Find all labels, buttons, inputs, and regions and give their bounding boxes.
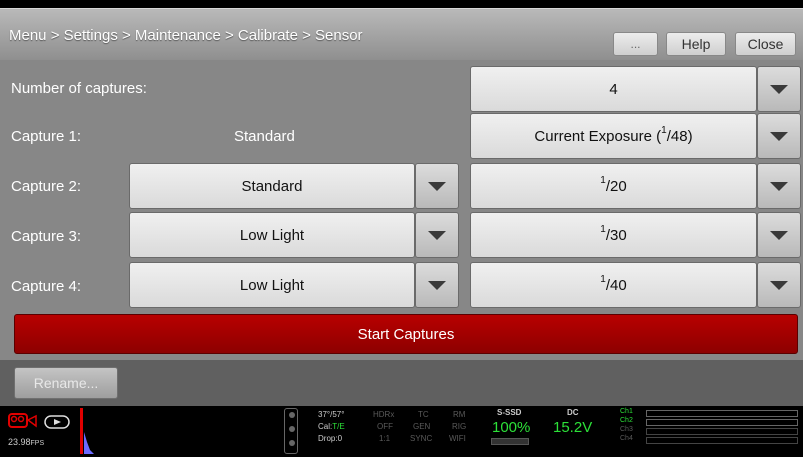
capture4-mode-select[interactable]: Low Light: [129, 262, 415, 308]
capture4-exposure-select[interactable]: 1/40: [470, 262, 757, 308]
histogram-graph: [84, 432, 94, 454]
capture4-mode-value: Low Light: [239, 276, 305, 294]
chevron-down-icon: [770, 230, 788, 240]
media-label: S-SSD: [497, 408, 522, 417]
capture3-mode-value: Low Light: [239, 226, 305, 244]
start-captures-button[interactable]: Start Captures: [14, 314, 798, 354]
capture3-mode-select[interactable]: Low Light: [129, 212, 415, 258]
rename-button[interactable]: Rename...: [14, 367, 118, 399]
chevron-down-icon: [770, 84, 788, 94]
capture1-exposure-select[interactable]: Current Exposure (1/48): [470, 113, 757, 159]
frame-rate-readout: 23.98FPS: [8, 437, 45, 447]
audio-channel-2: Ch2: [620, 417, 633, 424]
timecode-label: TC: [418, 410, 429, 419]
chevron-down-icon: [770, 181, 788, 191]
capture1-exposure-value: Current Exposure (1/48): [534, 125, 693, 145]
status-light-1: [289, 412, 295, 418]
audio-channel-1: Ch1: [620, 408, 633, 415]
audio-meter-4: [646, 437, 798, 444]
aspect-ratio-readout: 1:1: [379, 434, 391, 443]
chevron-down-icon: [428, 280, 446, 290]
capture3-mode-dropdown-button[interactable]: [415, 212, 459, 258]
action-bar: [0, 360, 803, 406]
num-captures-label: Number of captures:: [11, 80, 147, 97]
audio-meter-3: [646, 428, 798, 435]
audio-meter-1: [646, 410, 798, 417]
audio-channel-3: Ch3: [620, 426, 633, 433]
media-capacity-bar: [491, 438, 529, 445]
help-button[interactable]: Help: [666, 32, 726, 56]
status-light-2: [289, 426, 295, 432]
capture4-label: Capture 4:: [11, 278, 82, 295]
histogram-clip-indicator: [80, 408, 83, 454]
voltage-readout: 15.2V: [553, 419, 593, 436]
capture3-exposure-dropdown-button[interactable]: [757, 212, 801, 258]
capture2-exposure-dropdown-button[interactable]: [757, 163, 801, 209]
audio-channel-4: Ch4: [620, 435, 633, 442]
camera-status-bar: 23.98FPS 37°/57° Cal:T/E Drop:0 HDRx OFF…: [0, 406, 803, 457]
close-button[interactable]: Close: [735, 32, 796, 56]
remote-label: RM: [453, 410, 466, 419]
capture1-mode-value: Standard: [234, 128, 295, 145]
capture4-mode-dropdown-button[interactable]: [415, 262, 459, 308]
num-captures-dropdown-button[interactable]: [757, 66, 801, 112]
drop-readout: Drop:0: [318, 434, 343, 443]
hdrx-value: OFF: [377, 422, 393, 431]
num-captures-select[interactable]: 4: [470, 66, 757, 112]
capture3-exposure-value: 1/30: [600, 224, 627, 244]
shutter-angle-readout: 37°/57°: [318, 410, 345, 419]
genlock-label: GEN: [413, 422, 431, 431]
title-bar: Menu > Settings > Maintenance > Calibrat…: [0, 8, 803, 60]
chevron-down-icon: [770, 131, 788, 141]
capture2-mode-select[interactable]: Standard: [129, 163, 415, 209]
capture2-label: Capture 2:: [11, 178, 82, 195]
playback-icon: [44, 415, 70, 429]
hdrx-label: HDRx: [373, 410, 395, 419]
chevron-down-icon: [770, 280, 788, 290]
status-light-3: [289, 440, 295, 446]
capture2-exposure-select[interactable]: 1/20: [470, 163, 757, 209]
record-camera-icon: [8, 413, 37, 428]
capture4-exposure-value: 1/40: [600, 274, 627, 294]
chevron-down-icon: [428, 230, 446, 240]
capture1-exposure-dropdown-button[interactable]: [757, 113, 801, 159]
capture3-exposure-select[interactable]: 1/30: [470, 212, 757, 258]
capture3-label: Capture 3:: [11, 228, 82, 245]
capture2-mode-value: Standard: [241, 177, 303, 195]
audio-meter-2: [646, 419, 798, 426]
capture4-exposure-dropdown-button[interactable]: [757, 262, 801, 308]
sensor-calibration-screen: Menu > Settings > Maintenance > Calibrat…: [0, 0, 803, 457]
rig-label: RIG: [452, 422, 467, 431]
calibration-readout: Cal:T/E: [318, 422, 345, 431]
chevron-down-icon: [428, 181, 446, 191]
num-captures-value: 4: [609, 80, 618, 98]
breadcrumb: Menu > Settings > Maintenance > Calibrat…: [9, 27, 363, 44]
wifi-label: WIFI: [449, 434, 466, 443]
capture2-mode-dropdown-button[interactable]: [415, 163, 459, 209]
sync-label: SYNC: [410, 434, 433, 443]
more-button[interactable]: ...: [613, 32, 658, 56]
capture2-exposure-value: 1/20: [600, 175, 627, 195]
capture1-label: Capture 1:: [11, 128, 82, 145]
media-percent: 100%: [492, 419, 531, 436]
power-source-label: DC: [567, 408, 579, 417]
